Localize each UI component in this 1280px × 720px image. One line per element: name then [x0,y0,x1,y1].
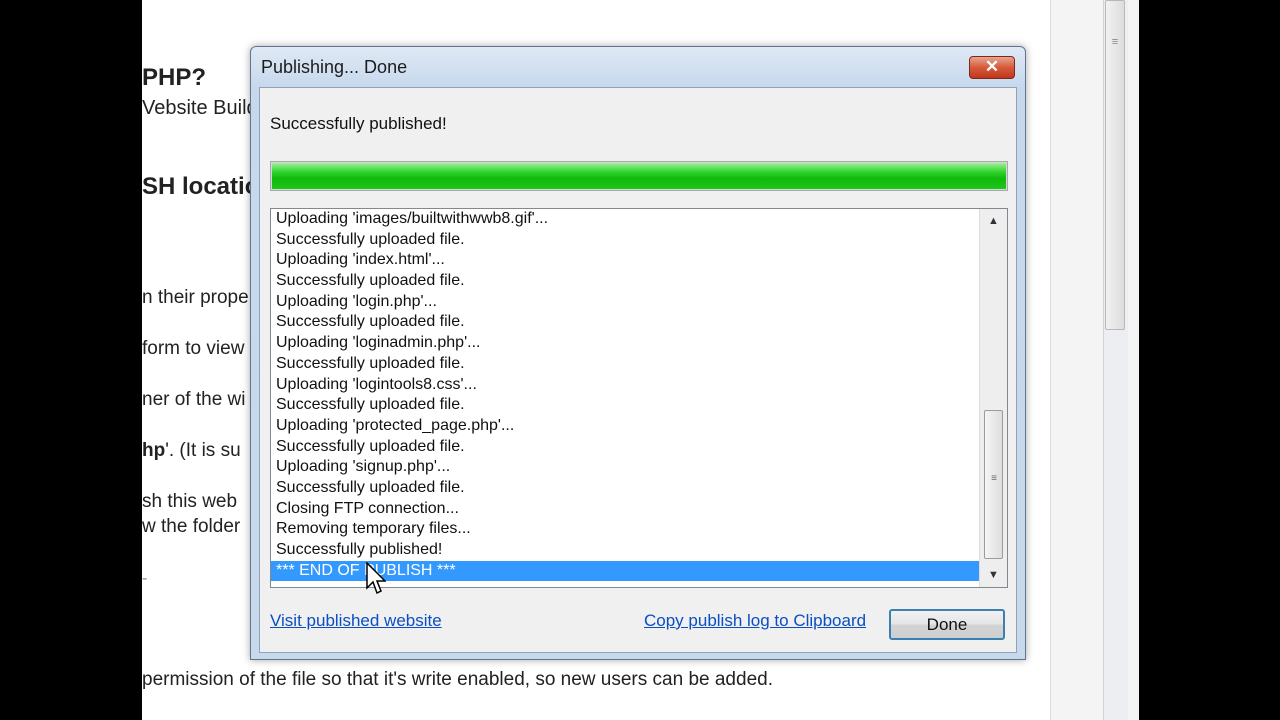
dialog-title: Publishing... Done [261,57,408,77]
log-line[interactable]: Successfully uploaded file. [271,312,1007,333]
log-line[interactable]: Closing FTP connection... [271,499,1007,520]
bg-text-line: form to view [142,338,245,359]
log-line[interactable]: Successfully uploaded file. [271,437,1007,458]
log-line[interactable]: Uploading 'login.php'... [271,292,1007,313]
bg-text-line: ner of the wi [142,389,246,410]
log-line[interactable]: Successfully uploaded file. [271,271,1007,292]
bg-text-line: Vebsite Build [142,97,258,119]
bg-text-line: hp'. (It is su [142,440,241,462]
scroll-up-arrow-icon[interactable]: ▲ [980,209,1007,233]
visit-published-website-link[interactable]: Visit published website [270,611,442,631]
bg-bold-fragment: hp [142,440,166,461]
log-line[interactable]: Uploading 'loginadmin.php'... [271,333,1007,354]
log-line[interactable]: Uploading 'images/builtwithwwb8.gif'... [271,209,1007,230]
bg-text-line: w the folder [142,516,241,537]
close-button[interactable]: ✕ [969,56,1015,79]
log-line[interactable]: Uploading 'index.html'... [271,250,1007,271]
log-line[interactable]: Uploading 'protected_page.php'... [271,416,1007,437]
log-scrollbar[interactable]: ▲ ≡ ▼ [979,209,1007,587]
mouse-pointer-icon [366,562,386,595]
log-line[interactable]: Uploading 'logintools8.css'... [271,375,1007,396]
scroll-grip-icon: ≡ [991,473,997,484]
log-line[interactable]: Successfully uploaded file. [271,478,1007,499]
log-line[interactable]: Successfully uploaded file. [271,354,1007,375]
bg-heading: SH locatio [142,173,260,200]
bg-text-line: n their prope [142,287,249,308]
log-lines-container: Uploading 'images/builtwithwwb8.gif'... S… [271,209,1007,582]
log-line[interactable]: Uploading 'signup.php'... [271,457,1007,478]
scroll-down-arrow-icon[interactable]: ▼ [980,563,1007,587]
log-line[interactable]: Successfully uploaded file. [271,230,1007,251]
done-button[interactable]: Done [889,609,1005,640]
bg-heading: PHP? [142,64,207,91]
bg-text-line: sh this web [142,491,238,512]
bg-text-fragment: '. (It is su [165,440,241,461]
progress-bar [270,161,1008,191]
scroll-grip-icon: ≡ [1111,36,1119,48]
log-line[interactable]: Removing temporary files... [271,519,1007,540]
log-line[interactable]: Successfully uploaded file. [271,395,1007,416]
close-icon: ✕ [984,57,1000,76]
progress-bar-fill [272,163,1006,189]
log-scrollbar-thumb[interactable]: ≡ [984,410,1003,559]
log-line[interactable]: Successfully published! [271,540,1007,561]
bg-bottom-line: permission of the file so that it's writ… [142,669,773,690]
bg-text-line: - [142,570,148,587]
publish-log-list[interactable]: Uploading 'images/builtwithwwb8.gif'... S… [270,208,1008,588]
copy-publish-log-link[interactable]: Copy publish log to Clipboard [644,611,866,631]
status-text: Successfully published! [270,114,447,133]
